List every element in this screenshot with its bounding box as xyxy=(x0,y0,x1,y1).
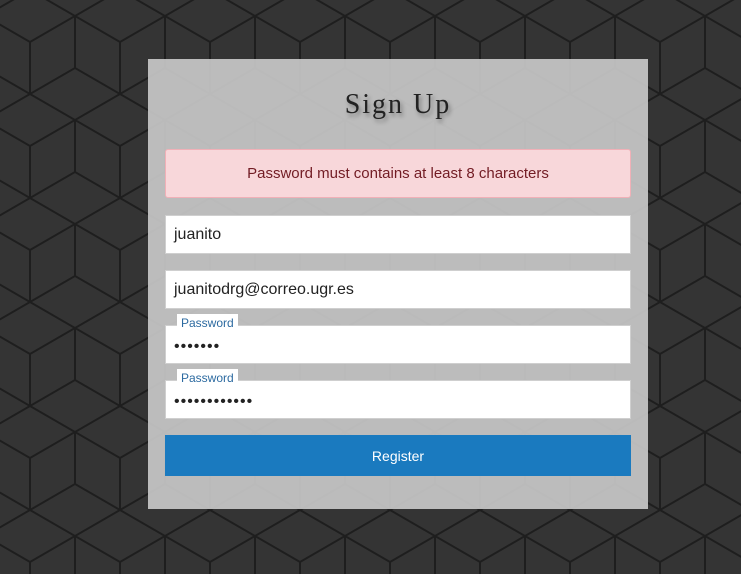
username-field[interactable]: juanito xyxy=(165,215,631,254)
password-label: Password xyxy=(177,314,238,332)
email-value: juanitodrg@correo.ugr.es xyxy=(174,281,354,298)
page-title: Sign Up xyxy=(344,89,452,120)
signup-card: Sign Up Password must contains at least … xyxy=(148,59,648,509)
email-field[interactable]: juanitodrg@correo.ugr.es xyxy=(165,270,631,309)
register-button[interactable]: Register xyxy=(165,435,631,476)
password-value: ••••••• xyxy=(174,338,221,355)
confirm-password-label: Password xyxy=(177,369,238,387)
confirm-password-value: •••••••••••• xyxy=(174,393,254,410)
username-value: juanito xyxy=(174,226,222,243)
error-alert: Password must contains at least 8 charac… xyxy=(165,149,631,198)
